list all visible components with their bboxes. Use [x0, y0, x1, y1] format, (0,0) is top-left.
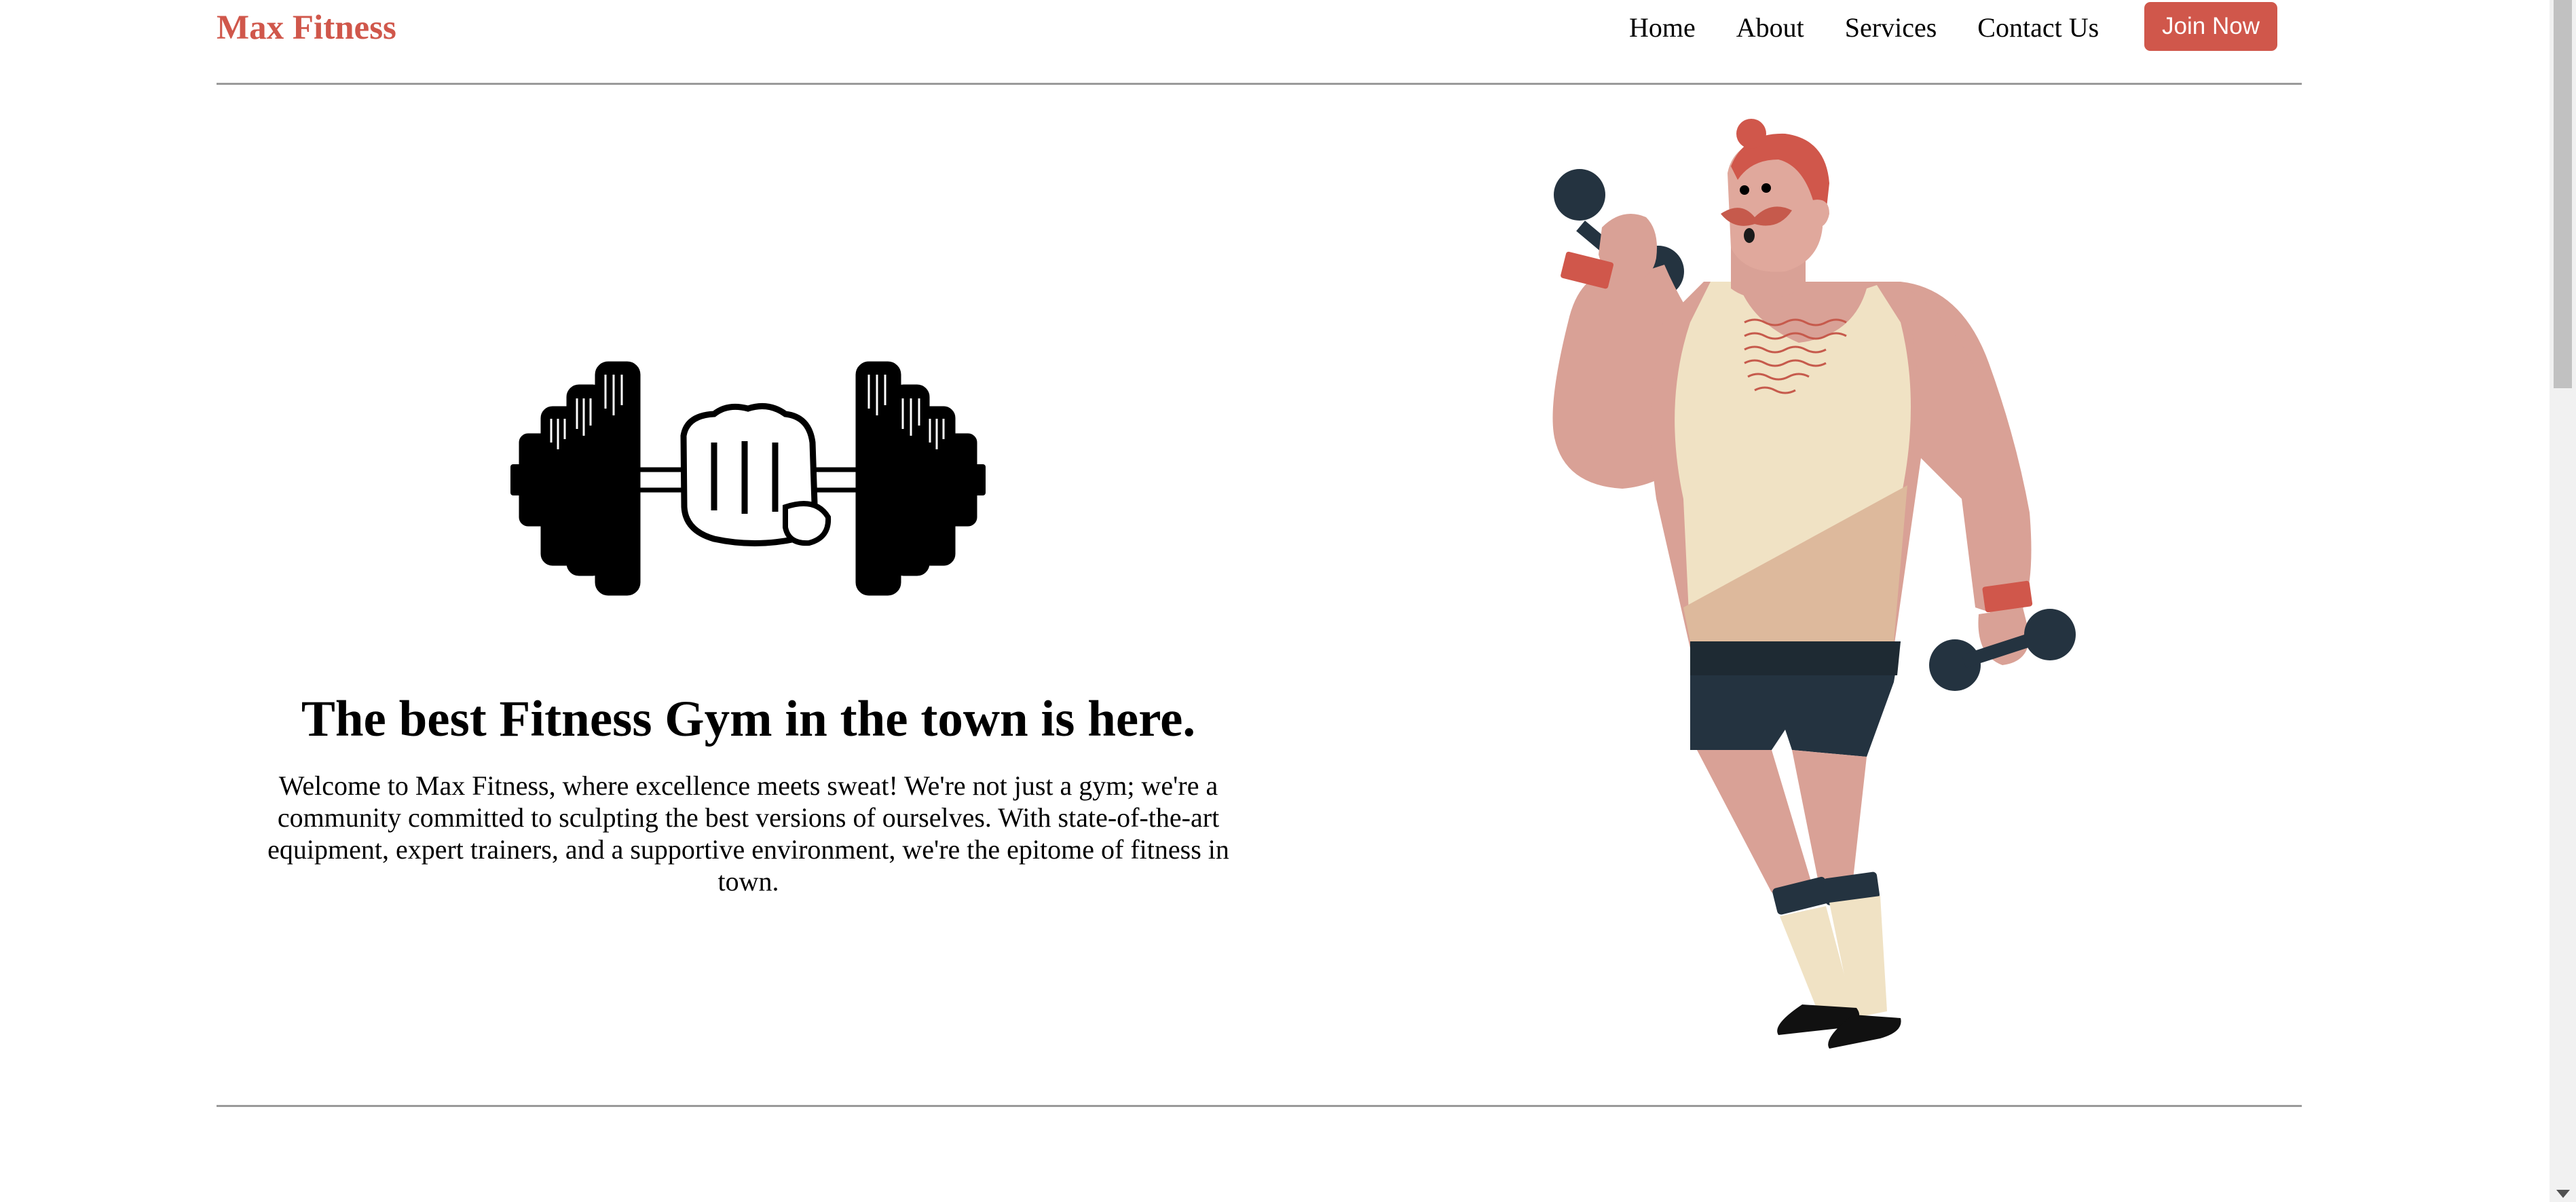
header-divider	[217, 83, 2302, 85]
page: Max Fitness Home About Services Contact …	[0, 0, 2550, 1202]
nav-item-about[interactable]: About	[1736, 4, 1804, 52]
hero-intro-text: Welcome to Max Fitness, where excellence…	[267, 770, 1229, 897]
scrollbar-thumb[interactable]	[2554, 0, 2572, 388]
man-lifting-dumbbells-illustration	[1552, 119, 2076, 1049]
scroll-down-arrow-icon[interactable]	[2556, 1190, 2570, 1198]
join-now-button[interactable]: Join Now	[2144, 2, 2277, 51]
nav-item-contact-us[interactable]: Contact Us	[1977, 4, 2099, 52]
brand-logo-text[interactable]: Max Fitness	[217, 4, 396, 52]
nav-item-services[interactable]: Services	[1845, 4, 1937, 52]
nav-item-home[interactable]: Home	[1629, 4, 1696, 52]
section-divider	[217, 1105, 2302, 1107]
page-scrollbar[interactable]	[2550, 0, 2576, 1202]
dumbbell-fist-icon	[510, 361, 986, 596]
hero-headline: The best Fitness Gym in the town is here…	[301, 691, 1196, 747]
main-nav: Home About Services Contact Us	[1629, 4, 2140, 52]
